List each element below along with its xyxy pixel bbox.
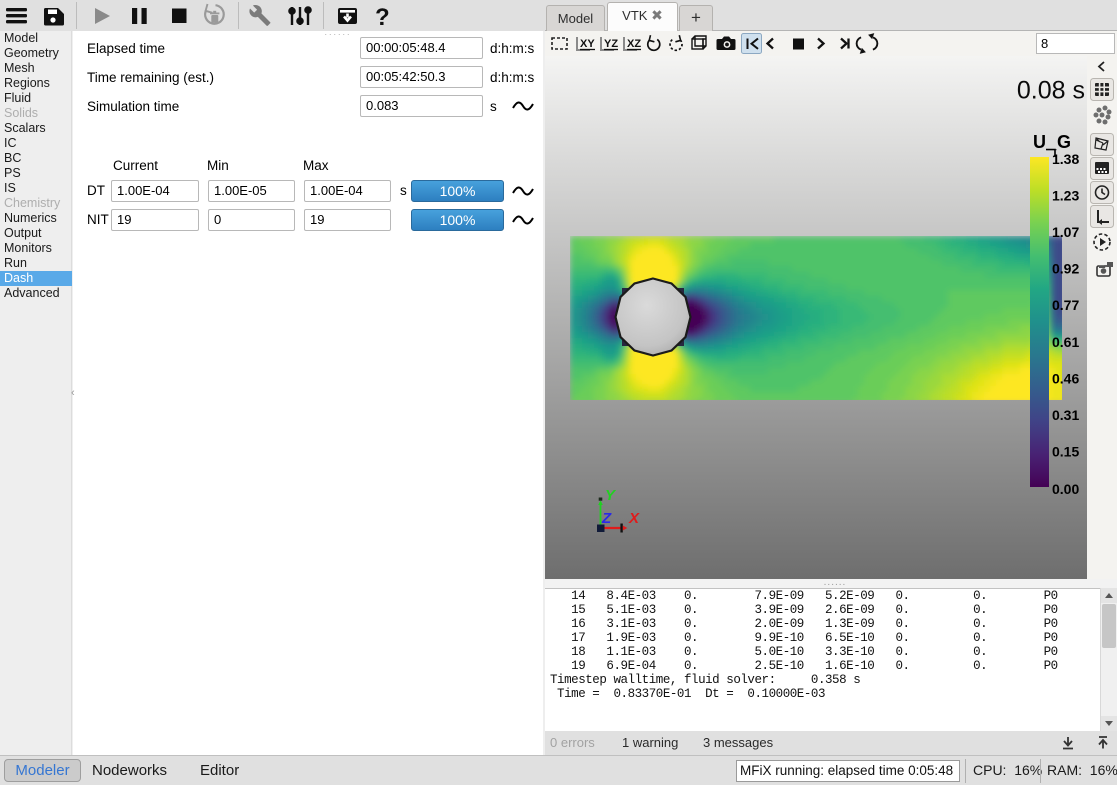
svg-text:0.31: 0.31 [1052,407,1079,423]
svg-text:1.07: 1.07 [1052,224,1079,240]
svg-text:Z: Z [601,510,612,527]
svg-text:XY: XY [580,38,595,50]
svg-text:8: 8 [1041,36,1048,51]
svg-text:?: ? [375,4,390,31]
svg-text:1.38: 1.38 [1052,151,1079,167]
svg-text:0.08 s: 0.08 s [1017,77,1085,105]
svg-text:1.23: 1.23 [1052,188,1079,204]
svg-text:0.92: 0.92 [1052,261,1079,277]
svg-text:0.61: 0.61 [1052,334,1079,350]
svg-text:YZ: YZ [604,38,618,50]
svg-text:0.00: 0.00 [1052,481,1079,497]
svg-text:Y: Y [605,487,617,504]
svg-text:0.77: 0.77 [1052,297,1079,313]
svg-text:0.15: 0.15 [1052,444,1079,460]
svg-text:XZ: XZ [627,38,641,50]
svg-text:X: X [628,510,640,527]
svg-text:0.46: 0.46 [1052,371,1079,387]
